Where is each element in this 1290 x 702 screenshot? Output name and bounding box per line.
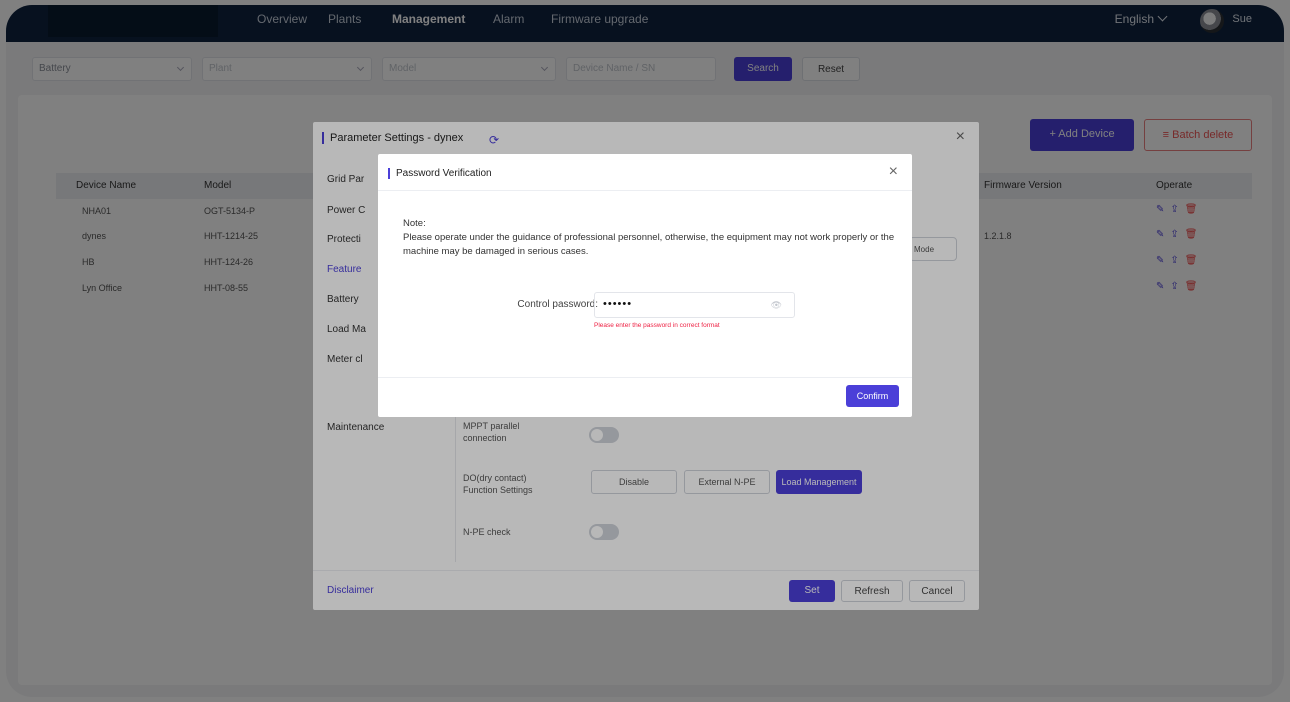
password-verification-dialog: Password Verification × Note: Please ope… <box>378 154 912 417</box>
confirm-button[interactable]: Confirm <box>846 385 899 407</box>
close-icon[interactable]: × <box>889 163 898 181</box>
note-body: Please operate under the guidance of pro… <box>403 232 895 257</box>
dialog-footer-divider <box>378 377 912 378</box>
control-password-input[interactable]: •••••• 👁 <box>594 292 795 318</box>
verify-dialog-title: Password Verification <box>388 168 492 179</box>
dialog-divider <box>378 190 912 191</box>
eye-icon[interactable]: 👁 <box>771 300 782 311</box>
note-title: Note: <box>403 218 426 229</box>
password-value: •••••• <box>603 298 633 310</box>
warning-note: Note: Please operate under the guidance … <box>403 217 903 259</box>
password-error: Please enter the password in correct for… <box>594 322 720 329</box>
password-label: Control password: <box>517 299 598 310</box>
